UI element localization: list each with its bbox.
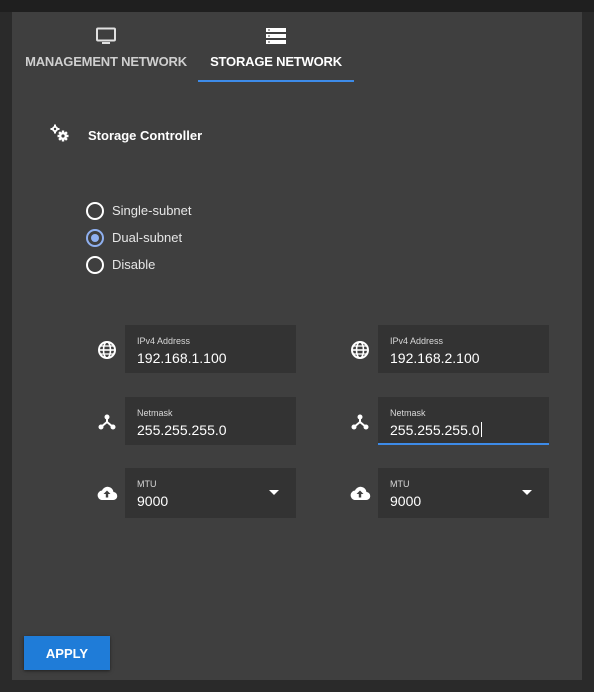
radio-button[interactable] <box>86 255 104 274</box>
tab-label: MANAGEMENT NETWORK <box>25 54 187 69</box>
tab-storage-network[interactable]: STORAGE NETWORK <box>198 12 354 82</box>
radio-label: Dual-subnet <box>112 230 183 245</box>
radio-label: Single-subnet <box>112 203 192 218</box>
field-value-text: 255.255.255.0 <box>390 422 480 438</box>
radio-dual-subnet[interactable]: Dual-subnet <box>86 224 192 251</box>
field-label: MTU <box>390 479 410 489</box>
field-value: 192.168.1.100 <box>137 350 227 366</box>
subnet2-ipv4-field[interactable]: IPv4 Address 192.168.2.100 <box>378 325 549 373</box>
field-value: 255.255.255.0 <box>137 422 227 438</box>
server-icon <box>265 26 287 46</box>
tab-management-network[interactable]: MANAGEMENT NETWORK <box>24 12 188 82</box>
radio-single-subnet[interactable]: Single-subnet <box>86 197 192 224</box>
field-label: Netmask <box>137 408 173 418</box>
radio-button[interactable] <box>86 201 104 220</box>
subnet2-mtu-select[interactable]: MTU 9000 <box>378 468 549 518</box>
subnet2-netmask-field[interactable]: Netmask 255.255.255.0 <box>378 397 549 445</box>
subnet1-netmask-field[interactable]: Netmask 255.255.255.0 <box>125 397 296 445</box>
chevron-down-icon[interactable] <box>522 490 532 495</box>
radio-label: Disable <box>112 257 156 272</box>
field-label: IPv4 Address <box>137 336 191 346</box>
network-icon <box>349 411 371 433</box>
monitor-icon <box>95 26 117 46</box>
globe-icon <box>349 339 371 361</box>
radio-button-selected[interactable] <box>86 228 104 247</box>
field-label: Netmask <box>390 408 426 418</box>
network-icon <box>96 411 118 433</box>
section-header: Storage Controller <box>50 124 202 147</box>
field-value-with-caret: 255.255.255.0 <box>390 422 482 438</box>
field-value: 192.168.2.100 <box>390 350 480 366</box>
text-caret <box>480 422 482 437</box>
globe-icon <box>96 339 118 361</box>
top-bar <box>0 0 594 12</box>
cloud-upload-icon <box>96 482 118 504</box>
field-label: IPv4 Address <box>390 336 444 346</box>
tab-label: STORAGE NETWORK <box>210 54 342 69</box>
cloud-upload-icon <box>349 482 371 504</box>
field-label: MTU <box>137 479 157 489</box>
field-value: 9000 <box>390 493 422 509</box>
radio-disable[interactable]: Disable <box>86 251 192 278</box>
apply-button[interactable]: APPLY <box>24 636 110 670</box>
subnet-mode-radio-group: Single-subnet Dual-subnet Disable <box>86 197 192 278</box>
section-title: Storage Controller <box>88 128 203 143</box>
gears-icon <box>50 124 70 147</box>
active-tab-indicator <box>198 80 354 82</box>
field-value: 9000 <box>137 493 169 509</box>
settings-panel: MANAGEMENT NETWORK STORAGE NETWORK Stora… <box>12 12 582 680</box>
subnet1-ipv4-field[interactable]: IPv4 Address 192.168.1.100 <box>125 325 296 373</box>
chevron-down-icon[interactable] <box>269 490 279 495</box>
subnet1-mtu-select[interactable]: MTU 9000 <box>125 468 296 518</box>
